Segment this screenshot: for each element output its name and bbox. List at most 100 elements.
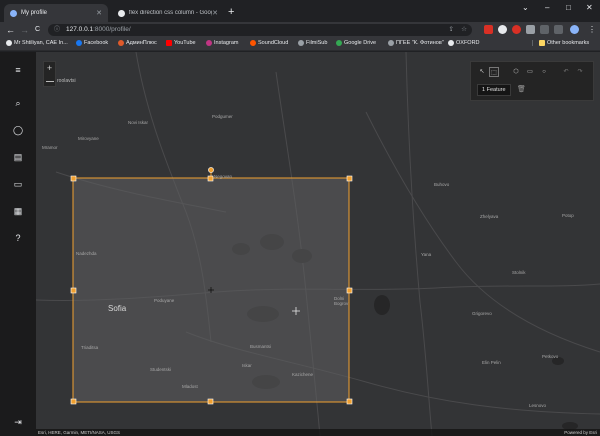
url-input[interactable]: ⓘ 127.0.0.1:8000/profile/ ⇪ ☆ <box>48 24 472 36</box>
profile-avatar[interactable] <box>570 25 579 34</box>
powered-by-esri[interactable]: Powered by Esri <box>564 429 597 436</box>
bookmark-favicon-icon <box>6 40 12 46</box>
bookmark-item[interactable]: YouTube <box>166 40 196 46</box>
bookmark-favicon-icon <box>298 40 304 46</box>
menu-icon[interactable]: ≡ <box>10 63 26 77</box>
cast-icon[interactable] <box>540 25 549 34</box>
map-label: Busmantsi <box>250 344 272 349</box>
back-button[interactable]: ← <box>6 24 15 36</box>
map-label: Poduyane <box>154 298 175 303</box>
extensions-puzzle-icon[interactable] <box>526 25 535 34</box>
sketch-toolbar: ↖ ⬚ ⬡ ▭ ○ ↶ ↷ 1 Feature 🗑 <box>470 61 594 101</box>
map-legend: roolavtsi <box>46 78 76 84</box>
select-pointer-icon[interactable]: ↖ <box>477 67 487 77</box>
map-label: Buhovo <box>434 182 450 187</box>
bookmark-item[interactable]: OXFORD <box>448 40 480 46</box>
map-label: Dolni Bogrov <box>334 296 349 306</box>
legend-swatch <box>46 80 54 82</box>
close-window-button[interactable]: ✕ <box>586 3 593 12</box>
monitor-icon[interactable]: ▭ <box>10 177 26 191</box>
bookmark-star-icon[interactable]: ☆ <box>461 24 467 36</box>
kebab-menu-icon[interactable]: ⋮ <box>588 24 596 36</box>
map-city-label: Sofia <box>108 304 127 313</box>
map-attribution: Esri, HERE, Garmin, METI/NASA, USGS Powe… <box>36 429 600 436</box>
rectangle-select-icon[interactable]: ⬚ <box>489 67 499 77</box>
tab-search-icon[interactable]: ⌄ <box>522 3 529 12</box>
google-drive-icon <box>336 40 342 46</box>
sidepanel-icon[interactable] <box>554 25 563 34</box>
tab-title: flex direction css column - Goog <box>128 10 213 16</box>
help-icon[interactable]: ? <box>10 231 26 245</box>
bookmark-item[interactable]: FilmiSub <box>298 40 327 46</box>
close-tab-icon[interactable]: ✕ <box>212 9 218 17</box>
other-bookmarks[interactable]: Other bookmarks <box>532 40 589 46</box>
new-tab-button[interactable]: + <box>228 6 234 18</box>
close-tab-icon[interactable]: ✕ <box>96 9 102 17</box>
map-label: Petkovo <box>542 354 559 359</box>
bookmark-favicon-icon <box>118 40 124 46</box>
logout-icon[interactable]: ⇥ <box>10 415 26 429</box>
tab-my-profile[interactable]: My profile ✕ <box>4 4 108 22</box>
bookmark-item[interactable]: Instagram <box>206 40 238 46</box>
map-basemap <box>36 52 600 436</box>
extension-icon[interactable] <box>498 25 507 34</box>
app-sidebar: ≡ ⌕ ◯ ▤ ▭ ▦ ? ⇥ <box>0 52 36 436</box>
forward-button[interactable]: → <box>20 24 29 36</box>
bookmark-item[interactable]: SoundCloud <box>250 40 288 46</box>
search-icon[interactable]: ⌕ <box>10 96 26 110</box>
user-icon[interactable]: ◯ <box>10 123 26 137</box>
tab-flex-direction[interactable]: flex direction css column - Goog ✕ <box>112 4 224 22</box>
tab-title: My profile <box>21 10 48 16</box>
legend-label: roolavtsi <box>57 78 76 84</box>
youtube-icon <box>166 40 172 46</box>
map-label: Novi Iskar <box>128 120 149 125</box>
extension-red-icon[interactable] <box>512 25 521 34</box>
bookmark-favicon-icon <box>448 40 454 46</box>
facebook-icon <box>76 40 82 46</box>
maximize-button[interactable]: □ <box>566 3 571 12</box>
redo-icon[interactable]: ↷ <box>575 67 585 77</box>
map-label: Elin Pelin <box>482 360 501 365</box>
map-label: Stolnik <box>512 270 526 275</box>
map-label: Mladost <box>182 384 198 389</box>
undo-icon[interactable]: ↶ <box>561 67 571 77</box>
soundcloud-icon <box>250 40 256 46</box>
bookmark-favicon-icon <box>388 40 394 46</box>
bookmarks-bar: Mr Shtiliyan, CAE In... Facebook АдминПл… <box>0 38 600 51</box>
google-favicon-icon <box>118 9 125 17</box>
polygon-tool-icon[interactable]: ⬡ <box>511 67 521 77</box>
url-path: :8000/profile/ <box>93 26 131 33</box>
layers-icon[interactable]: ▤ <box>10 150 26 164</box>
map-label: Zhelyava <box>480 214 499 219</box>
map-label: Iskar <box>242 363 252 368</box>
minimize-button[interactable]: – <box>545 3 549 12</box>
instagram-icon <box>206 40 212 46</box>
rectangle-tool-icon[interactable]: ▭ <box>525 67 535 77</box>
page-favicon-icon <box>10 9 17 17</box>
bookmark-item[interactable]: АдминПлюс <box>118 40 157 46</box>
url-host: 127.0.0.1 <box>66 26 94 33</box>
map-view[interactable]: Novi Iskar Podgumer Mirovyane Mramor Neg… <box>36 52 600 436</box>
zoom-in-button[interactable]: + <box>44 62 55 74</box>
bookmark-item[interactable]: Facebook <box>76 40 108 46</box>
share-icon[interactable]: ⇪ <box>449 24 454 36</box>
map-label: Nadezhda <box>76 251 97 256</box>
attribution-text: Esri, HERE, Garmin, METI/NASA, USGS <box>38 430 121 435</box>
map-label: Triaditsa <box>81 345 99 350</box>
folder-icon <box>539 40 545 46</box>
info-icon[interactable]: ⓘ <box>54 24 60 36</box>
bookmark-item[interactable]: ПГЕЕ "К. Фотинов" <box>388 40 444 46</box>
bookmark-item[interactable]: Mr Shtiliyan, CAE In... <box>6 40 68 46</box>
circle-tool-icon[interactable]: ○ <box>539 67 549 77</box>
map-label: Podgumer <box>212 114 233 119</box>
map-label: Lesnovo <box>529 403 547 408</box>
bookmark-item[interactable]: Google Drive <box>336 40 376 46</box>
address-toolbar: ← → C ⓘ 127.0.0.1:8000/profile/ ⇪ ☆ ⋮ <box>0 22 600 38</box>
map-label: Mirovyane <box>78 136 99 141</box>
adblock-extension-icon[interactable] <box>484 25 493 34</box>
card-icon[interactable]: ▦ <box>10 204 26 218</box>
map-label: Mramor <box>42 145 58 150</box>
reload-button[interactable]: C <box>35 24 40 36</box>
map-label: Yana <box>421 252 432 257</box>
trash-icon[interactable]: 🗑 <box>517 85 526 93</box>
